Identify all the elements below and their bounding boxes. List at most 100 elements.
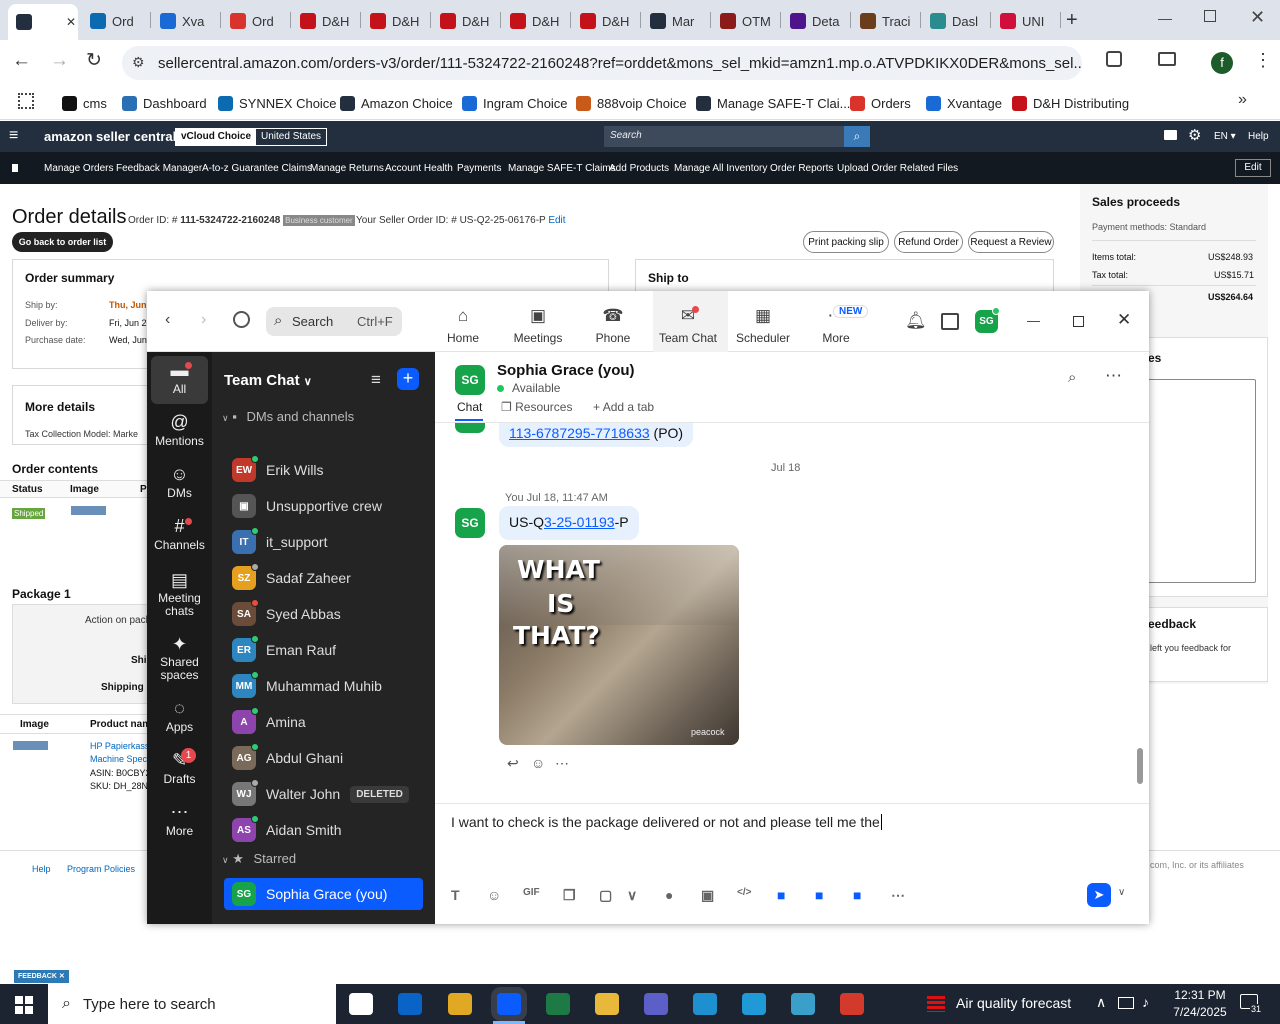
bookmark-item[interactable]: Dashboard	[122, 92, 207, 114]
composer-more-icon[interactable]: ⋯	[891, 887, 905, 904]
notifications-bell-icon[interactable]: 🔔︎	[905, 311, 927, 331]
contact-list-item[interactable]: WJ Walter John DELETED	[224, 777, 424, 811]
rail-more[interactable]: ⋯ More	[147, 802, 212, 838]
print-packing-slip-button[interactable]: Print packing slip	[803, 231, 889, 253]
refund-order-button[interactable]: Refund Order	[894, 231, 963, 253]
prev-message-link[interactable]: 113-6787295-7718633	[509, 425, 650, 441]
file-icon[interactable]: ❐	[563, 887, 576, 904]
bookmark-item[interactable]: D&H Distributing	[1012, 92, 1129, 114]
browser-tab[interactable]: Deta	[782, 6, 848, 36]
browser-tab[interactable]: D&H	[502, 6, 568, 36]
contact-list-item[interactable]: AG Abdul Ghani	[224, 741, 424, 775]
rail-drafts[interactable]: ✎ Drafts	[147, 750, 212, 786]
rail-dms[interactable]: ☺ DMs	[147, 464, 212, 500]
close-tab-icon[interactable]: ✕	[66, 15, 76, 29]
format-text-icon[interactable]: T	[451, 887, 460, 903]
zoom-search-box[interactable]: ⌕ Search Ctrl+F	[266, 307, 402, 336]
browser-tab[interactable]: Traci	[852, 6, 918, 36]
account-switcher[interactable]: vCloud Choice United States	[175, 128, 328, 146]
rail-channels[interactable]: # Channels	[147, 516, 212, 552]
bookmarks-overflow-chevron-icon[interactable]: »	[1238, 91, 1247, 109]
browser-menu-icon[interactable]: ⋮	[1254, 50, 1272, 71]
edge-icon[interactable]	[742, 993, 766, 1015]
tray-chevron-icon[interactable]: ∧	[1096, 994, 1106, 1011]
chat-more-options-icon[interactable]: ⋯	[1105, 366, 1122, 386]
edit-nav-button[interactable]: Edit	[1235, 159, 1271, 177]
sway-icon[interactable]	[693, 993, 717, 1015]
weather-icon[interactable]	[927, 996, 945, 1012]
bookmark-item[interactable]: 888voip Choice	[576, 92, 687, 114]
zoom-back-icon[interactable]: ‹	[165, 311, 170, 329]
seller-central-logo[interactable]: amazon seller central	[44, 129, 176, 144]
filter-icon[interactable]: ≡	[371, 370, 381, 390]
contact-list-item[interactable]: SZ Sadaf Zaheer	[224, 561, 424, 595]
code-snippet-icon[interactable]: </>	[737, 887, 751, 898]
browser-tab[interactable]: Ord	[82, 6, 148, 36]
settings-gear-icon[interactable]: ⚙	[1188, 126, 1201, 144]
tab-resources[interactable]: ❐ Resources	[501, 400, 572, 414]
reply-thread-icon[interactable]: ↩	[507, 755, 519, 772]
zoom-close-button[interactable]: ✕	[1117, 310, 1131, 330]
browser-tab[interactable]: D&H	[292, 6, 358, 36]
app-icon-2[interactable]: ■	[815, 887, 823, 903]
edit-seller-order-id-link[interactable]: Edit	[548, 215, 565, 226]
message-composer-input[interactable]: I want to check is the package delivered…	[451, 814, 1131, 874]
seller-nav-link[interactable]: Add Products	[609, 163, 669, 174]
zoom-taskbar-icon[interactable]	[497, 993, 521, 1015]
contact-list-item[interactable]: EW Erik Wills	[224, 453, 424, 487]
topnav-meetings[interactable]: ▣ Meetings	[504, 307, 572, 346]
notes-textarea[interactable]	[1146, 379, 1256, 583]
topnav-phone[interactable]: ☎ Phone	[579, 307, 647, 346]
zoom-forward-icon[interactable]: ›	[201, 311, 206, 329]
send-button[interactable]: ➤	[1087, 883, 1111, 907]
product-name-link[interactable]: HP Papierkass	[90, 741, 149, 751]
browser-tab[interactable]: UNI	[992, 6, 1058, 36]
back-to-order-list-button[interactable]: Go back to order list	[12, 232, 113, 252]
gif-icon[interactable]: GIF	[523, 887, 540, 898]
zoom-minimize-button[interactable]: —	[1027, 313, 1040, 328]
team-chat-title[interactable]: Team Chat ∨	[224, 372, 312, 389]
feedback-tab[interactable]: FEEDBACK ✕	[14, 970, 69, 983]
seller-nav-link[interactable]: Manage Orders	[44, 163, 113, 174]
contact-list-item[interactable]: MM Muhammad Muhib	[224, 669, 424, 703]
compose-plus-button[interactable]: +	[397, 368, 419, 390]
request-review-button[interactable]: Request a Review	[968, 231, 1054, 253]
weather-text[interactable]: Air quality forecast	[956, 995, 1071, 1011]
seller-nav-link[interactable]: Payments	[457, 163, 501, 174]
browser-tab[interactable]: ✕	[8, 4, 78, 40]
mic-icon[interactable]: ●	[665, 887, 673, 903]
seller-search-input[interactable]: Search	[604, 126, 844, 147]
app-icon-3[interactable]: ■	[853, 887, 861, 903]
product-name-line2[interactable]: Machine Spec	[90, 754, 147, 764]
network-icon[interactable]	[1118, 997, 1134, 1009]
app-icon-1[interactable]: ■	[777, 887, 785, 903]
seller-nav-link[interactable]: Manage SAFE-T Claims	[508, 163, 616, 174]
volume-icon[interactable]: ♪	[1142, 994, 1149, 1010]
emoji-icon[interactable]: ☺	[487, 887, 501, 903]
clock-date[interactable]: 7/24/2025	[1164, 1005, 1236, 1019]
mail-icon[interactable]	[1164, 130, 1177, 140]
seller-nav-link[interactable]: Manage All Inventory	[674, 163, 767, 174]
browser-tab[interactable]: Mar	[642, 6, 708, 36]
contact-list-item[interactable]: ER Eman Rauf	[224, 633, 424, 667]
bookmark-pin-icon[interactable]	[12, 164, 18, 172]
zoom-history-icon[interactable]	[233, 311, 250, 328]
topnav-team-chat[interactable]: ✉ Team Chat	[654, 307, 722, 346]
contact-list-item[interactable]: AS Aidan Smith	[224, 813, 424, 847]
browser-tab[interactable]: D&H	[362, 6, 428, 36]
apps-grid-icon[interactable]	[18, 93, 34, 109]
video-message-icon[interactable]: ▣	[701, 887, 714, 904]
contact-list-item[interactable]: ▣ Unsupportive crew	[224, 489, 424, 523]
browser-tab[interactable]: OTM	[712, 6, 778, 36]
chrome-icon[interactable]	[448, 993, 472, 1015]
seller-nav-link[interactable]: Manage Returns	[310, 163, 384, 174]
bookmark-item[interactable]: cms	[62, 92, 107, 114]
footer-program-policies-link[interactable]: Program Policies	[67, 864, 135, 874]
dms-section-header[interactable]: ∨ ▪ DMs and channels	[222, 409, 354, 424]
bookmark-item[interactable]: SYNNEX Choice	[218, 92, 337, 114]
seller-search-button[interactable]: ⌕	[844, 126, 870, 147]
bookmark-item[interactable]: Manage SAFE-T Clai...	[696, 92, 850, 114]
seller-nav-link[interactable]: Feedback Manager	[116, 163, 202, 174]
message-more-icon[interactable]: ⋯	[555, 755, 569, 772]
rail-meeting-chats[interactable]: ▤ Meeting chats	[147, 570, 212, 618]
